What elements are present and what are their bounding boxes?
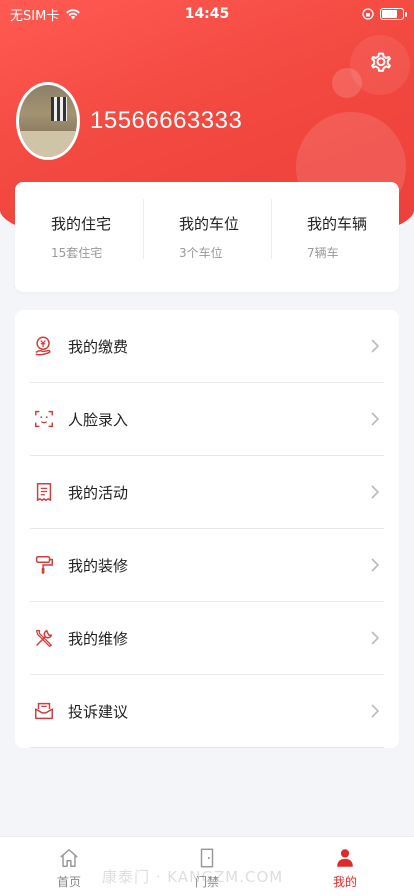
tab-label: 首页: [56, 875, 81, 889]
receipt-icon: [32, 480, 56, 504]
tab-label: 我的: [332, 875, 357, 889]
menu-item-feedback[interactable]: 投诉建议: [30, 675, 384, 748]
tab-mine[interactable]: 我的: [276, 837, 414, 896]
menu-label: 人脸录入: [68, 410, 129, 429]
summary-parking[interactable]: 我的车位 3个车位: [143, 199, 271, 261]
chevron-right-icon: [371, 558, 380, 572]
menu-label: 我的缴费: [68, 337, 129, 356]
orientation-lock-icon: [362, 8, 374, 20]
gear-icon: [371, 52, 391, 72]
menu-label: 我的活动: [68, 483, 129, 502]
summary-count: 15套住宅: [51, 246, 103, 260]
chevron-right-icon: [371, 412, 380, 426]
menu-item-payment[interactable]: 我的缴费: [30, 310, 384, 383]
menu-item-repair[interactable]: 我的维修: [30, 602, 384, 675]
paint-roller-icon: [32, 553, 56, 577]
feedback-icon: [32, 699, 56, 723]
summary-count: 3个车位: [179, 246, 223, 260]
tools-icon: [32, 626, 56, 650]
user-phone: 15566663333: [90, 107, 243, 134]
summary-count: 7辆车: [307, 246, 339, 260]
status-bar: 无SIM卡 14:45: [0, 0, 414, 28]
menu-label: 投诉建议: [68, 702, 129, 721]
summary-title: 我的车位: [179, 215, 240, 233]
menu-item-activities[interactable]: 我的活动: [30, 456, 384, 529]
summary-card: 我的住宅 15套住宅 我的车位 3个车位 我的车辆 7辆车: [15, 182, 399, 292]
face-scan-icon: [32, 407, 56, 431]
menu-label: 我的维修: [68, 629, 129, 648]
summary-title: 我的住宅: [51, 215, 112, 233]
chevron-right-icon: [371, 339, 380, 353]
summary-title: 我的车辆: [307, 215, 368, 233]
menu-list: 我的缴费 人脸录入 我的活动 我的装修 我的维修 投诉建议: [15, 310, 399, 748]
status-time: 14:45: [184, 6, 230, 22]
summary-residences[interactable]: 我的住宅 15套住宅: [15, 213, 143, 261]
chevron-right-icon: [371, 631, 380, 645]
chevron-right-icon: [371, 704, 380, 718]
payment-icon: [32, 334, 56, 358]
battery-icon: [380, 8, 407, 20]
chevron-right-icon: [371, 485, 380, 499]
menu-item-face-entry[interactable]: 人脸录入: [30, 383, 384, 456]
home-icon: [60, 849, 78, 867]
summary-vehicles[interactable]: 我的车辆 7辆车: [271, 199, 399, 261]
menu-label: 我的装修: [68, 556, 129, 575]
menu-item-renovation[interactable]: 我的装修: [30, 529, 384, 602]
settings-button[interactable]: [366, 48, 396, 78]
avatar[interactable]: [16, 82, 80, 160]
watermark: 康泰门 · KANGZM.COM: [102, 868, 284, 886]
person-icon: [337, 849, 353, 867]
